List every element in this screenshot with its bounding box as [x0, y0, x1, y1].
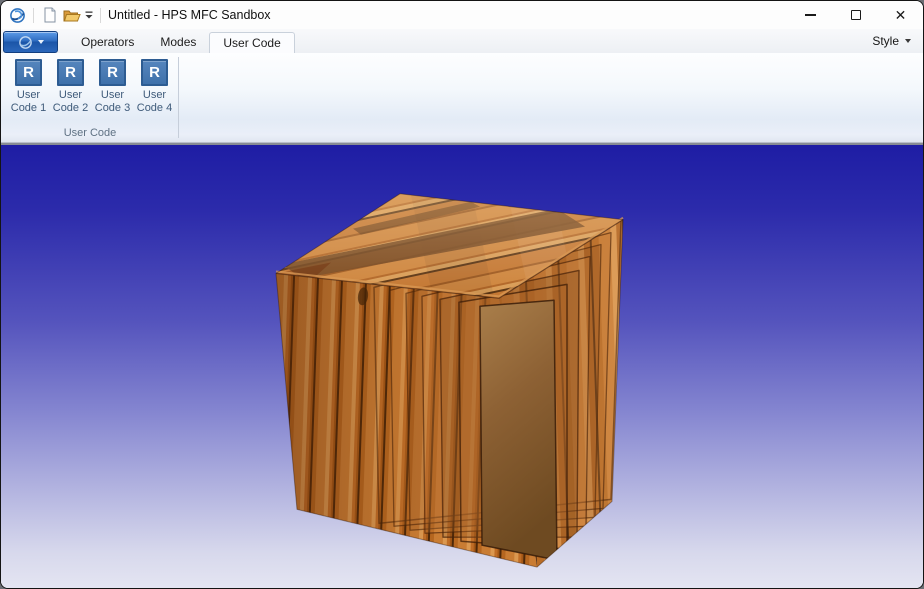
application-menu-button[interactable]	[3, 31, 58, 53]
dropdown-arrow-icon	[38, 40, 44, 44]
window-title: Untitled - HPS MFC Sandbox	[108, 8, 271, 22]
style-dropdown[interactable]: Style	[872, 29, 923, 53]
ribbon-group-label: User Code	[1, 127, 179, 139]
r-icon: R	[57, 59, 84, 86]
app-logo-icon[interactable]	[7, 5, 27, 25]
user-code-2-button[interactable]: R User Code 2	[50, 58, 91, 115]
ribbon-group-user-code: R User Code 1 R User Code 2 R	[1, 53, 179, 142]
customize-quick-access-dropdown-icon[interactable]	[83, 5, 95, 25]
button-label: User Code 2	[53, 89, 88, 115]
wooden-cube	[1, 145, 923, 588]
separator	[100, 8, 101, 23]
swirl-logo-icon	[18, 35, 33, 50]
user-code-3-button[interactable]: R User Code 3	[92, 58, 133, 115]
maximize-icon	[851, 10, 861, 20]
r-icon: R	[141, 59, 168, 86]
ribbon-buttons: R User Code 1 R User Code 2 R	[1, 53, 179, 115]
tab-modes[interactable]: Modes	[147, 32, 209, 53]
button-label: User Code 4	[137, 89, 172, 115]
ribbon-tab-row: Operators Modes User Code Style	[1, 29, 923, 53]
maximize-button[interactable]	[833, 1, 878, 29]
tab-operators[interactable]: Operators	[68, 32, 147, 53]
r-icon: R	[15, 59, 42, 86]
title-bar: Untitled - HPS MFC Sandbox ✕	[1, 1, 923, 29]
close-icon: ✕	[895, 8, 907, 22]
user-code-1-button[interactable]: R User Code 1	[8, 58, 49, 115]
style-dropdown-label: Style	[872, 34, 899, 48]
tab-user-code[interactable]: User Code	[209, 32, 294, 53]
ribbon-tabs: Operators Modes User Code	[68, 29, 295, 53]
close-button[interactable]: ✕	[878, 1, 923, 29]
open-folder-icon[interactable]	[62, 5, 82, 25]
new-document-icon[interactable]	[40, 5, 60, 25]
button-label: User Code 1	[11, 89, 46, 115]
ribbon-body: R User Code 1 R User Code 2 R	[1, 53, 923, 143]
r-icon: R	[99, 59, 126, 86]
minimize-icon	[805, 14, 816, 15]
dropdown-arrow-icon	[905, 39, 911, 43]
user-code-4-button[interactable]: R User Code 4	[134, 58, 175, 115]
viewport-3d[interactable]	[1, 143, 923, 588]
button-label: User Code 3	[95, 89, 130, 115]
window-controls: ✕	[788, 1, 923, 29]
separator	[33, 8, 34, 23]
minimize-button[interactable]	[788, 1, 833, 29]
app-window: Untitled - HPS MFC Sandbox ✕ Operators M…	[0, 0, 924, 589]
